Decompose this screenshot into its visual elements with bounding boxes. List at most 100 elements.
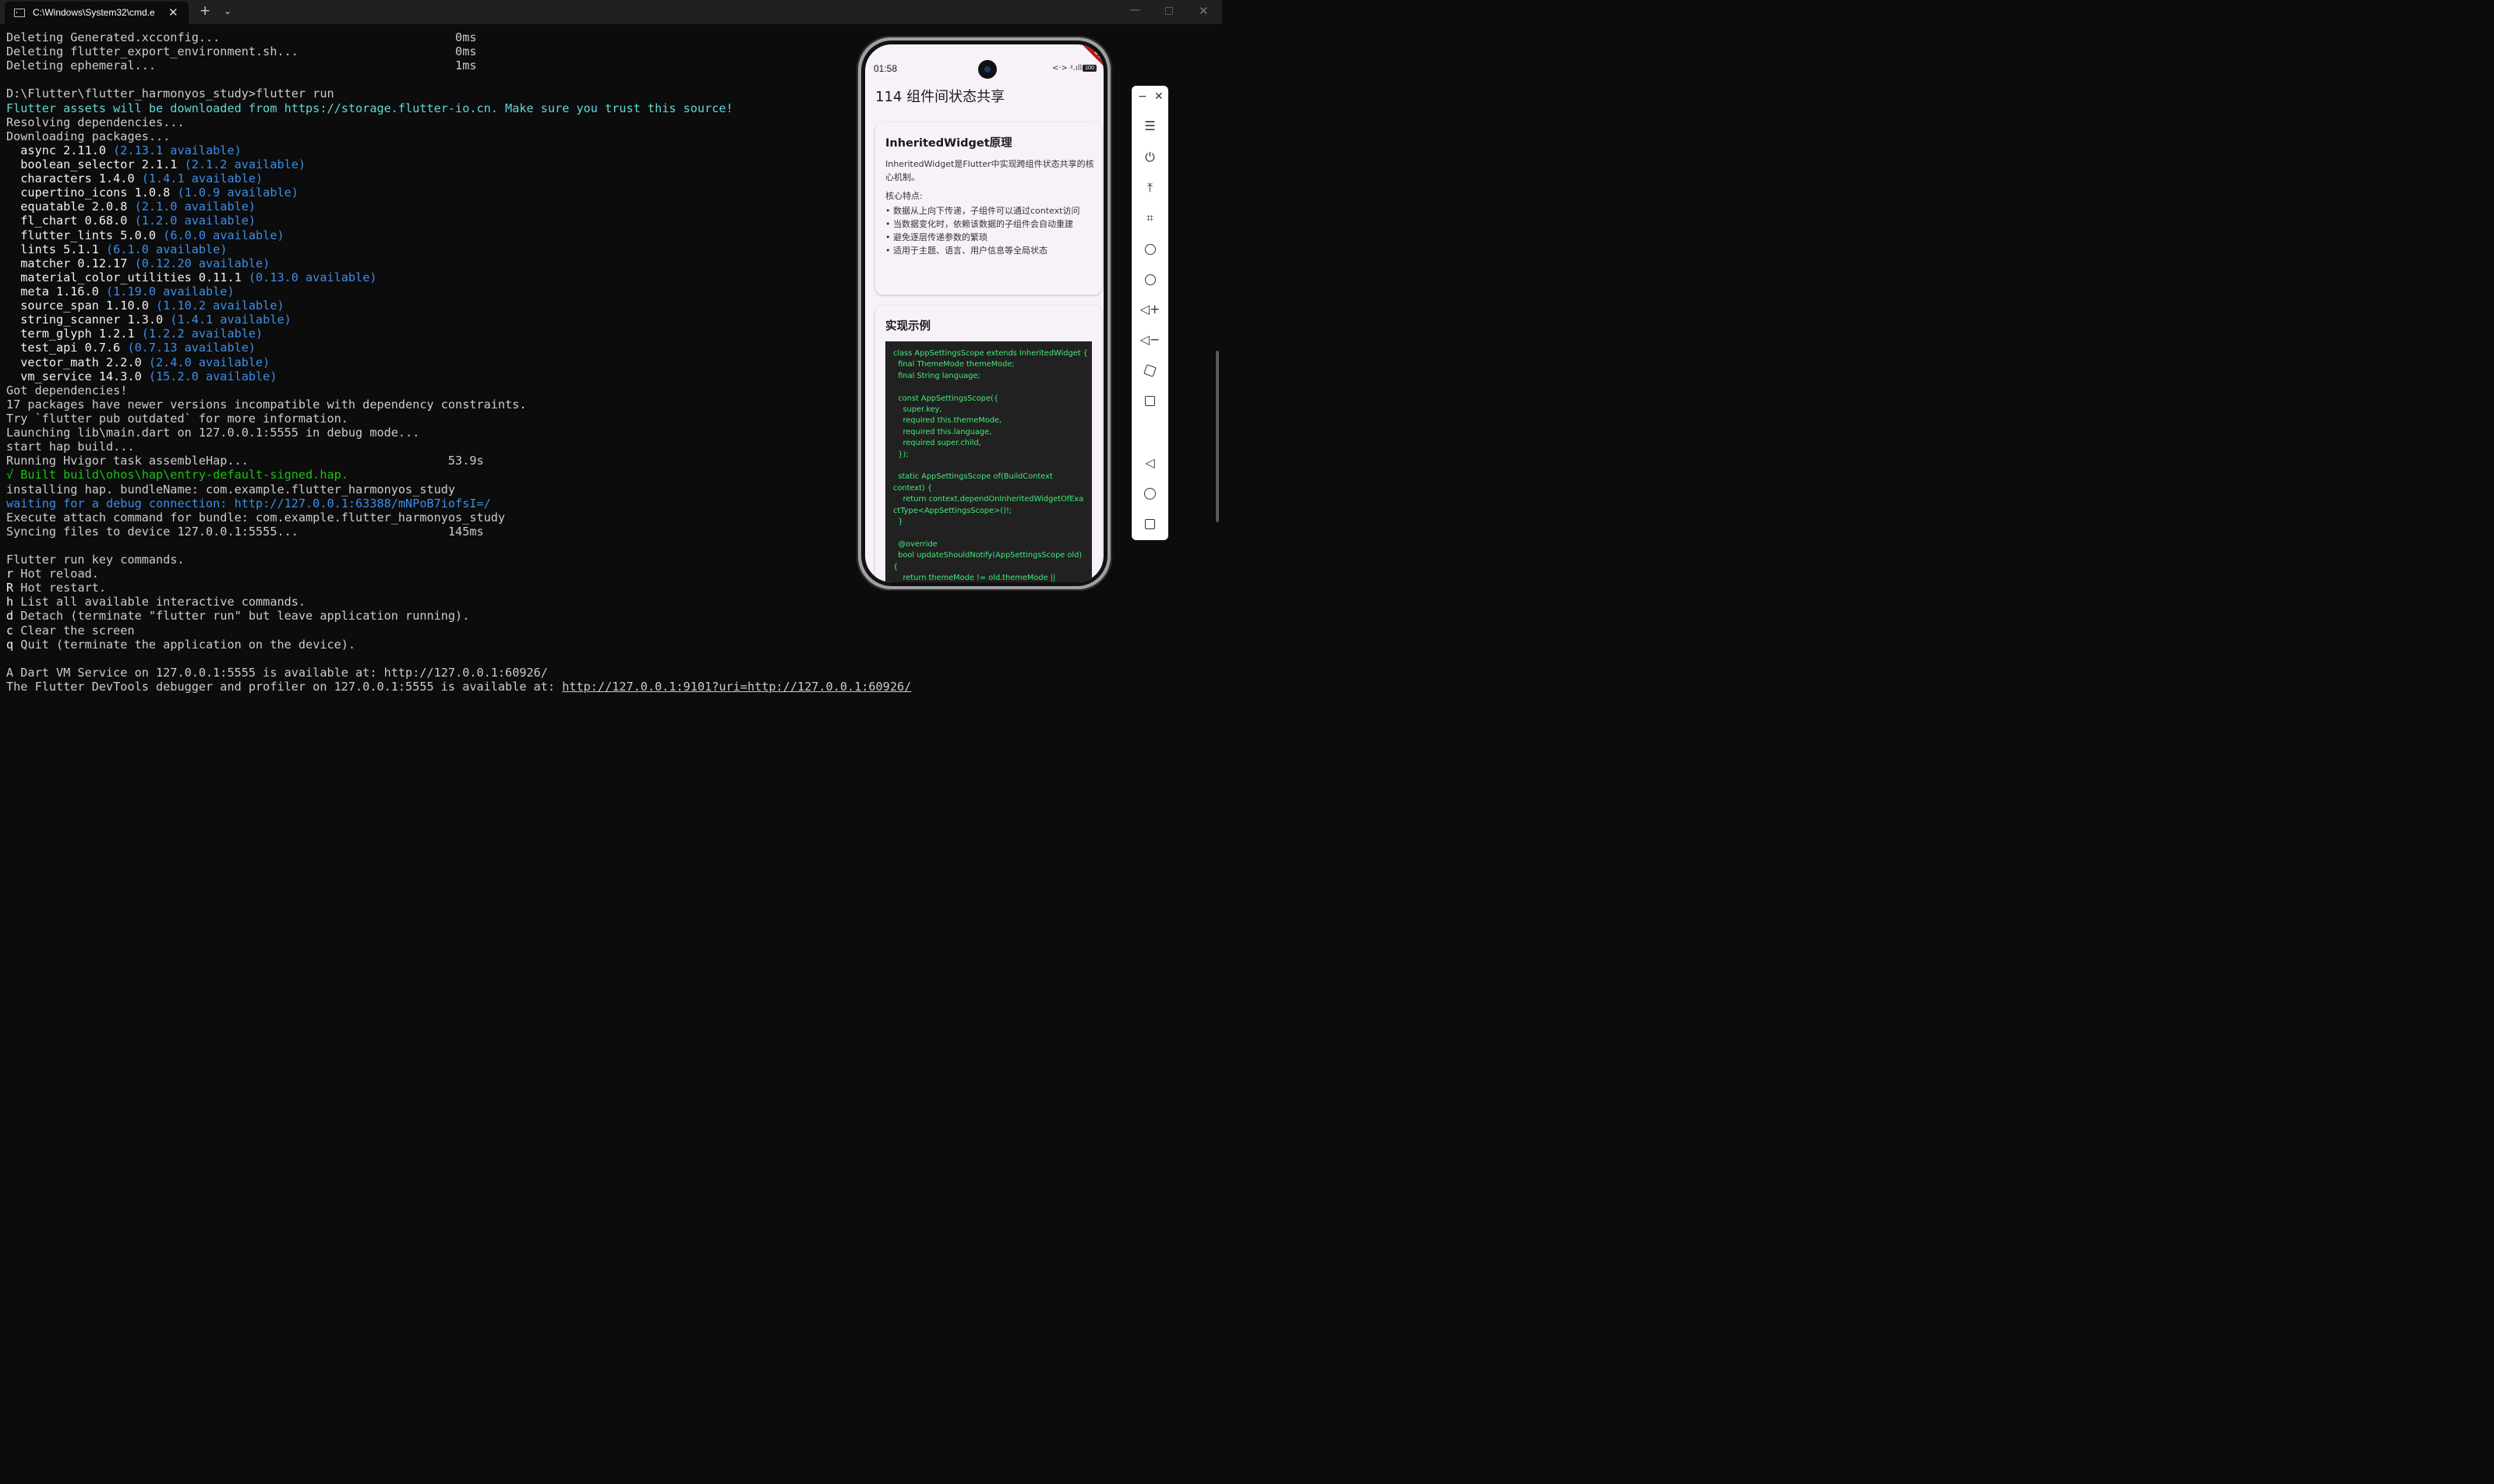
available-version: (0.12.20 available): [134, 256, 270, 270]
dropdown-chevron-icon[interactable]: ⌄: [224, 5, 231, 16]
available-version: (2.4.0 available): [148, 355, 270, 369]
tab-close-icon[interactable]: ✕: [168, 5, 178, 19]
pin-top-icon[interactable]: ⤒: [1138, 178, 1162, 198]
available-version: (0.7.13 available): [127, 341, 256, 355]
feature-item: • 数据从上向下传递，子组件可以通过context访问: [885, 206, 1080, 216]
multi-window-icon[interactable]: [1138, 390, 1162, 411]
terminal-text: d: [6, 609, 14, 624]
power-icon[interactable]: ⏻: [1138, 147, 1162, 168]
terminal-text: r: [6, 567, 14, 581]
terminal-line: R Hot restart.: [6, 581, 911, 595]
phone-emulator: 01:58 <·> ᵡ.ıll 100 DEBUG 114 组件间状态共享 In…: [857, 36, 1112, 591]
command-description: Clear the screen: [13, 623, 135, 638]
terminal-line: 17 packages have newer versions incompat…: [6, 398, 911, 412]
terminal-text: equatable 2.0.8: [6, 200, 135, 214]
terminal-text: D:\Flutter\flutter_harmonyos_study>flutt…: [6, 87, 334, 101]
phone-screen[interactable]: 01:58 <·> ᵡ.ıll 100 DEBUG 114 组件间状态共享 In…: [865, 44, 1104, 582]
terminal-line: r Hot reload.: [6, 567, 911, 581]
devtools-link[interactable]: http://127.0.0.1:9101?uri=http://127.0.0…: [562, 680, 911, 694]
terminal-text: lints 5.1.1: [6, 242, 107, 256]
minimize-button[interactable]: —: [1129, 4, 1140, 16]
rotate-device-icon[interactable]: [1138, 360, 1162, 380]
terminal-text: h: [6, 595, 14, 610]
terminal-line: cupertino_icons 1.0.8 (1.0.9 available): [6, 186, 911, 200]
terminal-text: Flutter run key commands.: [6, 553, 185, 567]
terminal-text: characters 1.4.0: [6, 171, 142, 186]
terminal-line: start hap build...: [6, 440, 911, 454]
terminal-text: string_scanner 1.3.0: [6, 313, 171, 327]
terminal-line: vm_service 14.3.0 (15.2.0 available): [6, 369, 911, 383]
code-block[interactable]: class AppSettingsScope extends Inherited…: [885, 341, 1092, 582]
terminal-line: The Flutter DevTools debugger and profil…: [6, 680, 911, 694]
terminal-line: waiting for a debug connection: http://1…: [6, 496, 911, 511]
available-version: (2.13.1 available): [113, 143, 242, 157]
rotate-icon[interactable]: [1138, 238, 1162, 259]
terminal-text: Downloading packages...: [6, 129, 171, 143]
available-version: (0.13.0 available): [248, 270, 377, 284]
maximize-button[interactable]: [1165, 7, 1173, 15]
terminal-text: start hap build...: [6, 440, 135, 454]
terminal-line: characters 1.4.0 (1.4.1 available): [6, 171, 911, 186]
terminal-scrollbar[interactable]: [1216, 351, 1219, 522]
volume-down-icon[interactable]: ◁−: [1138, 330, 1162, 350]
volume-up-icon[interactable]: ◁+: [1138, 299, 1162, 320]
terminal-line: Deleting ephemeral... 1ms: [6, 58, 911, 72]
terminal-line: c Clear the screen: [6, 624, 911, 638]
terminal-text: matcher 0.12.17: [6, 256, 135, 270]
available-version: (1.2.2 available): [141, 327, 263, 341]
terminal-text: Got dependencies!: [6, 383, 128, 398]
terminal-line: async 2.11.0 (2.13.1 available): [6, 143, 911, 157]
terminal-text: c: [6, 623, 14, 638]
terminal-output[interactable]: Deleting Generated.xcconfig... 0ms Deleti…: [6, 30, 911, 694]
terminal-text: Try `flutter pub outdated` for more info…: [6, 411, 348, 426]
title-bar: C:\Windows\System32\cmd.e ✕ + ⌄ — ✕: [0, 0, 1222, 24]
command-description: Hot restart.: [13, 581, 107, 595]
terminal-tab[interactable]: C:\Windows\System32\cmd.e ✕: [5, 2, 189, 24]
terminal-text: Syncing files to device 127.0.0.1:5555..…: [6, 524, 484, 539]
status-time: 01:58: [874, 63, 898, 74]
tab-title: C:\Windows\System32\cmd.e: [33, 7, 155, 18]
command-description: Quit (terminate the application on the d…: [13, 637, 356, 652]
emulator-toolbar: − ✕ ☰ ⏻ ⤒ ⌗ ◁+ ◁− ◁: [1132, 86, 1168, 540]
terminal-text: async 2.11.0: [6, 143, 114, 157]
terminal-text: √ Built build\ohos\hap\entry-default-sig…: [6, 468, 348, 482]
toolbar-close-button[interactable]: ✕: [1154, 90, 1164, 103]
terminal-line: source_span 1.10.0 (1.10.2 available): [6, 299, 911, 313]
camera-punch-hole: [978, 60, 997, 79]
terminal-line: d Detach (terminate "flutter run" but le…: [6, 609, 911, 623]
terminal-text: fl_chart 0.68.0: [6, 214, 135, 228]
terminal-text: source_span 1.10.0: [6, 299, 157, 313]
feature-item: • 适用于主题、语言、用户信息等全局状态: [885, 246, 1047, 256]
back-icon[interactable]: ◁: [1138, 453, 1162, 473]
terminal-text: installing hap. bundleName: com.example.…: [6, 482, 456, 496]
available-version: (1.0.9 available): [177, 186, 299, 200]
available-version: (1.19.0 available): [106, 284, 235, 299]
screenshot-icon[interactable]: [1138, 269, 1162, 289]
available-version: (6.1.0 available): [106, 242, 228, 256]
feature-list: • 数据从上向下传递，子组件可以通过context访问 • 当数据变化时，依赖该…: [885, 204, 1094, 257]
new-tab-button[interactable]: +: [200, 3, 210, 19]
terminal-text: Deleting flutter_export_environment.sh..…: [6, 44, 477, 59]
terminal-text: Deleting ephemeral... 1ms: [6, 58, 477, 73]
terminal-icon: [14, 9, 25, 17]
available-version: (2.1.2 available): [184, 157, 306, 171]
terminal-line: term_glyph 1.2.1 (1.2.2 available): [6, 327, 911, 341]
window-close-button[interactable]: ✕: [1199, 4, 1209, 18]
terminal-text: Resolving dependencies...: [6, 115, 185, 129]
terminal-text: Running Hvigor task assembleHap... 53.9s: [6, 454, 484, 468]
toolbar-minimize-button[interactable]: −: [1138, 90, 1147, 103]
available-version: (1.2.0 available): [134, 214, 256, 228]
terminal-line: lints 5.1.1 (6.1.0 available): [6, 242, 911, 256]
home-icon[interactable]: [1138, 483, 1162, 504]
terminal-text: 17 packages have newer versions incompat…: [6, 397, 527, 412]
command-description: List all available interactive commands.: [13, 595, 306, 610]
crop-icon[interactable]: ⌗: [1138, 208, 1162, 228]
recent-apps-icon[interactable]: [1138, 514, 1162, 534]
menu-icon[interactable]: ☰: [1138, 116, 1162, 136]
terminal-text: The Flutter DevTools debugger and profil…: [6, 680, 563, 694]
terminal-text: flutter_lints 5.0.0: [6, 228, 164, 242]
example-card: 实现示例 class AppSettingsScope extends Inhe…: [875, 306, 1102, 582]
terminal-text: A Dart VM Service on 127.0.0.1:5555 is a…: [6, 665, 548, 680]
terminal-line: Running Hvigor task assembleHap... 53.9s: [6, 454, 911, 468]
code-text: class AppSettingsScope extends Inherited…: [893, 349, 1088, 582]
